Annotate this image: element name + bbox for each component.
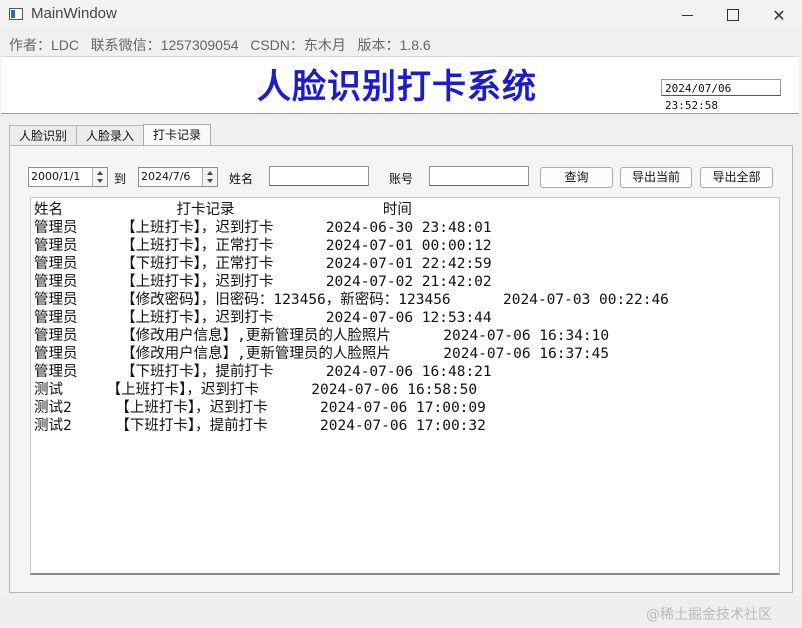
minimize-icon xyxy=(681,14,693,16)
window-title: MainWindow xyxy=(31,5,117,22)
close-button[interactable]: ✕ xyxy=(756,0,802,30)
list-item: 测试 【上班打卡】，迟到打卡 2024-07-06 16:58:50 xyxy=(34,382,478,398)
name-label: 姓名 xyxy=(229,172,254,186)
to-label: 到 xyxy=(114,172,127,186)
start-date-picker[interactable]: 2000/1/1 xyxy=(28,167,108,187)
account-label: 账号 xyxy=(389,172,414,186)
tab-attendance-records[interactable]: 打卡记录 xyxy=(143,124,212,146)
spin-arrows-icon[interactable] xyxy=(202,168,217,186)
spin-arrows-icon[interactable] xyxy=(92,168,107,186)
tab-face-enrollment[interactable]: 人脸录入 xyxy=(76,125,145,145)
list-item: 管理员 【修改用户信息】,更新管理员的人脸照片 2024-07-06 16:34… xyxy=(34,328,610,344)
header-panel: 人脸识别打卡系统 2024/07/06 23:52:58 xyxy=(1,56,799,114)
current-datetime: 2024/07/06 23:52:58 xyxy=(661,79,781,112)
end-date-picker[interactable]: 2024/7/6 xyxy=(138,167,218,187)
minimize-button[interactable] xyxy=(664,0,710,30)
maximize-button[interactable] xyxy=(710,0,756,30)
app-window-icon xyxy=(9,8,23,20)
tab-face-recognition[interactable]: 人脸识别 xyxy=(9,125,78,145)
list-item: 管理员 【修改密码】，旧密码：123456，新密码：123456 2024-07… xyxy=(34,292,669,308)
list-item: 管理员 【下班打卡】，正常打卡 2024-07-01 22:42:59 xyxy=(34,256,492,272)
list-item: 测试2 【下班打卡】，提前打卡 2024-07-06 17:00:32 xyxy=(34,418,486,434)
list-item: 管理员 【上班打卡】，迟到打卡 2024-07-06 12:53:44 xyxy=(34,310,492,326)
export-current-button[interactable]: 导出当前 xyxy=(620,167,692,188)
title-bar: MainWindow ✕ xyxy=(0,0,802,30)
list-item: 管理员 【下班打卡】，提前打卡 2024-07-06 16:48:21 xyxy=(34,364,492,380)
export-all-button[interactable]: 导出全部 xyxy=(700,167,773,188)
author-info: 作者：LDC 联系微信：1257309054 CSDN：东木月 版本：1.8.6 xyxy=(9,37,431,53)
account-input[interactable] xyxy=(429,166,529,186)
list-item: 测试2 【上班打卡】，迟到打卡 2024-07-06 17:00:09 xyxy=(34,400,486,416)
list-item: 管理员 【上班打卡】，正常打卡 2024-07-01 00:00:12 xyxy=(34,238,492,254)
start-date-value: 2000/1/1 xyxy=(31,170,81,183)
query-button[interactable]: 查询 xyxy=(540,167,613,188)
watermark: @稀土掘金技术社区 xyxy=(646,607,772,623)
end-date-value: 2024/7/6 xyxy=(141,170,191,183)
list-item: 管理员 【修改用户信息】,更新管理员的人脸照片 2024-07-06 16:37… xyxy=(34,346,610,362)
maximize-icon xyxy=(727,9,739,21)
list-item: 管理员 【上班打卡】，迟到打卡 2024-07-02 21:42:02 xyxy=(34,274,492,290)
close-icon: ✕ xyxy=(772,5,786,25)
list-item: 管理员 【上班打卡】，迟到打卡 2024-06-30 23:48:01 xyxy=(34,220,492,236)
records-header: 姓名 打卡记录 时间 xyxy=(34,202,412,218)
attendance-records-list[interactable]: 姓名 打卡记录 时间 管理员 【上班打卡】，迟到打卡 2024-06-30 23… xyxy=(30,197,780,575)
tab-bar: 人脸识别 人脸录入 打卡记录 xyxy=(9,124,212,146)
name-input[interactable] xyxy=(269,166,369,186)
